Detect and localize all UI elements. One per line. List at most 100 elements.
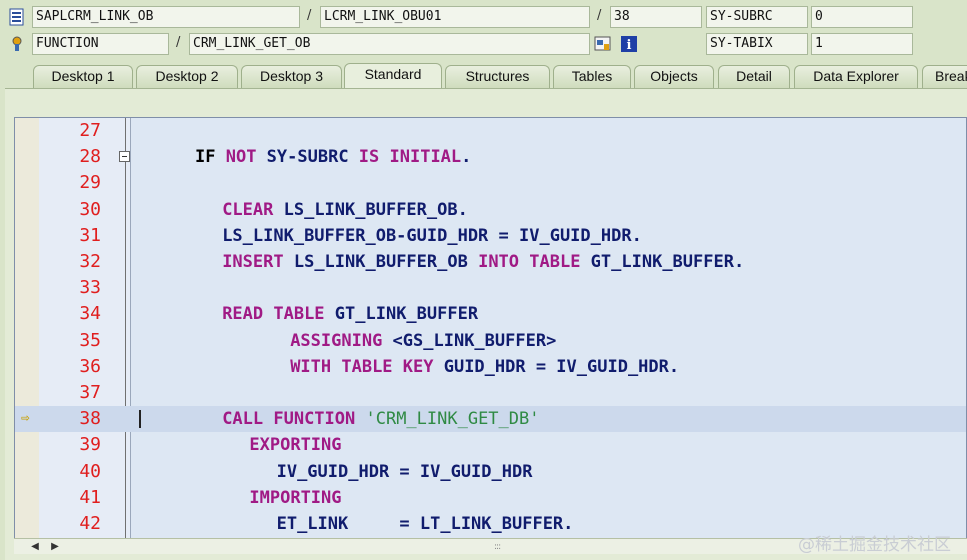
code-line[interactable]: 27 [15, 118, 966, 144]
svg-text:i: i [627, 38, 632, 53]
code-text: IV_GUID_HDR = IV_GUID_HDR [277, 459, 533, 485]
sys-field-name: SY-TABIX [706, 33, 808, 55]
event-type-field: FUNCTION [32, 33, 169, 55]
header-row-program: SAPLCRM_LINK_OB / LCRM_LINK_OBU01 / 38 S… [0, 6, 967, 32]
code-token: SY-SUBRC [266, 147, 359, 168]
code-text: EXPORTING [249, 432, 341, 458]
sys-field-value[interactable]: 1 [811, 33, 913, 55]
tab-strip: Desktop 1 Desktop 2 Desktop 3 Standard S… [0, 63, 967, 89]
separator: / [307, 8, 312, 23]
code-line[interactable]: 39 EXPORTING [15, 432, 966, 458]
separator: / [176, 35, 181, 50]
sys-field-value[interactable]: 0 [811, 6, 913, 28]
code-token: INTO TABLE [478, 252, 591, 272]
code-token: EXPORTING [249, 435, 342, 456]
scroll-left-icon[interactable]: ◀ [28, 541, 42, 553]
code-token: GT_LINK_BUFFER. [590, 252, 745, 272]
line-number: 39 [79, 434, 101, 456]
code-token: <GS_LINK_BUFFER> [392, 330, 557, 351]
tab-detail[interactable]: Detail [718, 65, 790, 88]
code-token: IS INITIAL [358, 147, 462, 168]
program-field: SAPLCRM_LINK_OB [32, 6, 300, 28]
code-token: LS_LINK_BUFFER_OB. [283, 199, 468, 220]
code-text: CALL FUNCTION 'CRM_LINK_GET_DB' [222, 406, 539, 432]
navigate-source-icon[interactable] [594, 35, 612, 53]
code-text: CLEAR LS_LINK_BUFFER_OB. [222, 197, 468, 223]
separator: / [597, 8, 602, 23]
code-line[interactable]: 40 IV_GUID_HDR = IV_GUID_HDR [15, 459, 966, 485]
line-number: 35 [79, 329, 101, 351]
line-number: 42 [79, 513, 101, 534]
line-number: 34 [79, 303, 101, 325]
code-token: WITH TABLE KEY [290, 356, 444, 377]
code-text: WITH TABLE KEY GUID_HDR = IV_GUID_HDR. [290, 354, 679, 380]
line-number: 29 [79, 172, 101, 194]
function-icon [8, 35, 26, 53]
code-text: ASSIGNING <GS_LINK_BUFFER> [290, 328, 556, 354]
code-line[interactable]: 31 LS_LINK_BUFFER_OB-GUID_HDR = IV_GUID_H… [15, 223, 966, 249]
code-token: 'CRM_LINK_GET_DB' [365, 409, 540, 430]
code-line[interactable]: 33 [15, 275, 966, 301]
code-text: INSERT LS_LINK_BUFFER_OB INTO TABLE GT_L… [222, 249, 744, 275]
code-line[interactable]: 38 ⇨ CALL FUNCTION 'CRM_LINK_GET_DB' [15, 406, 966, 433]
code-token: GT_LINK_BUFFER [334, 304, 479, 325]
code-line[interactable]: 29 [15, 170, 966, 196]
code-line[interactable]: 37 [15, 380, 966, 406]
text-cursor [139, 410, 141, 429]
scroll-grip-icon[interactable]: ::: [494, 542, 501, 552]
code-line[interactable]: 28 IF NOT SY-SUBRC IS INITIAL. [15, 144, 966, 170]
code-token: CALL FUNCTION [222, 409, 366, 430]
line-number: 40 [79, 460, 101, 482]
current-statement-arrow-icon: ⇨ [21, 410, 30, 427]
line-number: 28 [79, 146, 101, 168]
code-text: IF NOT SY-SUBRC IS INITIAL. [195, 144, 471, 170]
code-line[interactable]: 35 ASSIGNING <GS_LINK_BUFFER> [15, 328, 966, 354]
line-number: 27 [79, 120, 101, 141]
tab-standard[interactable]: Standard [344, 63, 442, 89]
code-line[interactable]: 36 WITH TABLE KEY GUID_HDR = IV_GUID_HDR. [15, 354, 966, 380]
code-token: NOT [225, 147, 267, 168]
line-number: 32 [79, 251, 101, 272]
line-number: 38 [79, 408, 101, 430]
line-number: 36 [79, 355, 101, 377]
event-name-field: CRM_LINK_GET_OB [189, 33, 590, 55]
line-number: 31 [79, 224, 101, 246]
tab-tables[interactable]: Tables [553, 65, 631, 88]
tab-data-explorer[interactable]: Data Explorer [794, 65, 918, 88]
code-token: ASSIGNING [290, 330, 393, 351]
tab-desktop-3[interactable]: Desktop 3 [241, 65, 342, 88]
code-line[interactable]: 32 INSERT LS_LINK_BUFFER_OB INTO TABLE GT… [15, 249, 966, 275]
code-line[interactable]: 30 CLEAR LS_LINK_BUFFER_OB. [15, 197, 966, 223]
line-number: 41 [79, 486, 101, 508]
info-icon[interactable]: i [620, 35, 638, 53]
code-line[interactable]: 41 IMPORTING [15, 485, 966, 511]
code-text: LS_LINK_BUFFER_OB-GUID_HDR = IV_GUID_HDR… [222, 223, 642, 249]
watermark: @稀土掘金技术社区 [798, 535, 951, 555]
tab-desktop-2[interactable]: Desktop 2 [136, 65, 238, 88]
code-token: IF [195, 147, 226, 168]
line-number: 37 [79, 382, 101, 403]
program-icon [8, 8, 26, 26]
code-token: LS_LINK_BUFFER_OB-GUID_HDR = IV_GUID_HDR… [222, 225, 642, 246]
collapse-block-icon[interactable] [119, 151, 130, 163]
source-editor[interactable]: 27 28 IF NOT SY-SUBRC IS INITIAL. 29 30 CLEAR… [14, 117, 967, 542]
code-token: READ TABLE [222, 304, 335, 325]
code-lines: 27 28 IF NOT SY-SUBRC IS INITIAL. 29 30 CLEAR… [15, 118, 966, 541]
header-row-event: FUNCTION / CRM_LINK_GET_OB i SY-TABIX 1 [0, 33, 967, 59]
tab-break[interactable]: Break [922, 65, 967, 88]
code-token: CLEAR [222, 199, 284, 220]
code-token: GUID_HDR = IV_GUID_HDR. [443, 356, 680, 377]
scroll-right-icon[interactable]: ▶ [48, 541, 62, 553]
tab-objects[interactable]: Objects [634, 65, 714, 88]
code-token: LS_LINK_BUFFER_OB [293, 252, 479, 272]
tab-structures[interactable]: Structures [445, 65, 550, 88]
code-token: ET_LINK = LT_LINK_BUFFER. [276, 514, 574, 534]
code-token: IV_GUID_HDR = IV_GUID_HDR [276, 461, 533, 482]
tab-desktop-1[interactable]: Desktop 1 [33, 65, 133, 88]
code-token: IMPORTING [249, 487, 342, 508]
code-line[interactable]: 34 READ TABLE GT_LINK_BUFFER [15, 301, 966, 327]
code-text: IMPORTING [249, 485, 341, 511]
line-number: 30 [79, 198, 101, 220]
code-text: ET_LINK = LT_LINK_BUFFER. [277, 511, 574, 537]
include-field: LCRM_LINK_OBU01 [320, 6, 590, 28]
